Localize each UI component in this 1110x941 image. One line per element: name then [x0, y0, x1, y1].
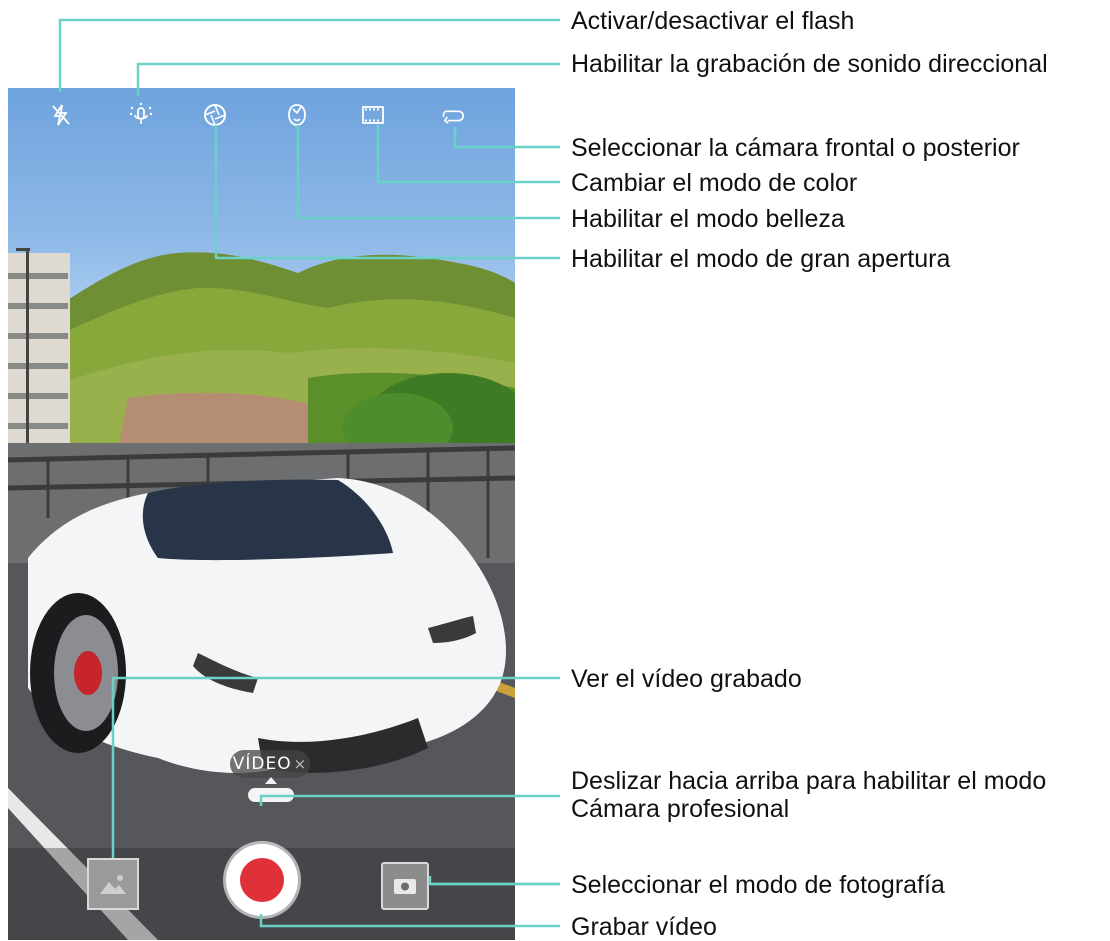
callout-gallery: Ver el vídeo grabado [571, 665, 802, 693]
mode-label[interactable]: VÍDEO × [230, 750, 310, 778]
callout-color-mode: Cambiar el modo de color [571, 169, 858, 197]
image-icon [100, 875, 126, 894]
chevron-up-icon [265, 777, 277, 784]
callout-aperture: Habilitar el modo de gran apertura [571, 245, 951, 273]
callout-pro-mode-line2: Cámara profesional [571, 795, 790, 823]
callout-pro-mode-line1: Deslizar hacia arriba para habilitar el … [571, 767, 1047, 795]
aperture-icon[interactable] [202, 102, 228, 128]
directional-mic-icon[interactable] [128, 102, 154, 128]
callout-beauty: Habilitar el modo belleza [571, 205, 845, 233]
scene-photo [8, 248, 515, 940]
mode-label-text: VÍDEO [232, 754, 292, 774]
callout-flash: Activar/desactivar el flash [571, 7, 855, 35]
callout-photo-mode: Seleccionar el modo de fotografía [571, 871, 945, 899]
beauty-icon[interactable] [284, 102, 310, 128]
callout-directional-audio: Habilitar la grabación de sonido direcci… [571, 50, 1048, 78]
flash-off-icon[interactable] [48, 102, 74, 128]
callout-record: Grabar vídeo [571, 913, 717, 941]
color-mode-film-icon[interactable] [360, 102, 386, 128]
photo-mode-button[interactable] [381, 862, 429, 910]
record-video-button[interactable] [226, 844, 298, 916]
camera-viewfinder: VÍDEO × [8, 88, 515, 940]
camera-icon [394, 879, 416, 894]
gallery-thumbnail-button[interactable] [87, 858, 139, 910]
switch-camera-icon[interactable] [440, 102, 466, 128]
record-dot-icon [240, 858, 284, 902]
pro-mode-handle[interactable] [248, 788, 294, 802]
callout-switch-camera: Seleccionar la cámara frontal o posterio… [571, 134, 1020, 162]
mode-close-icon[interactable]: × [294, 755, 308, 773]
